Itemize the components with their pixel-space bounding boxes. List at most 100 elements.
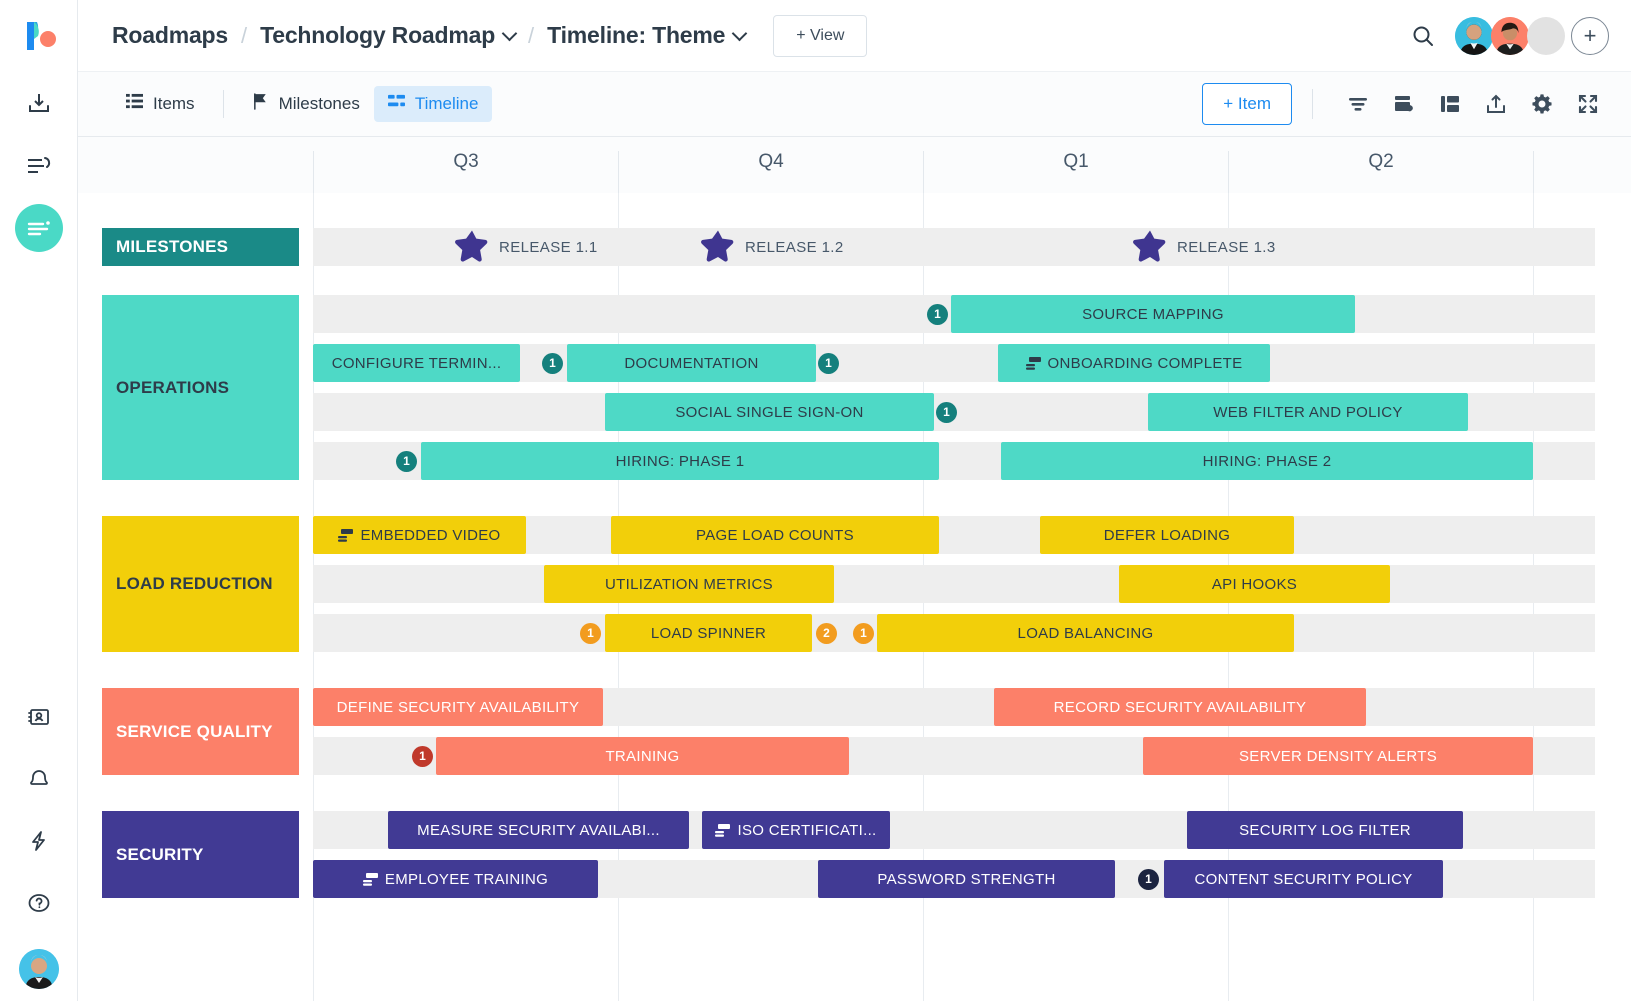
timeline-bar[interactable]: WEB FILTER AND POLICY xyxy=(1148,393,1468,431)
timeline-bar-label: ISO CERTIFICATI... xyxy=(737,822,876,839)
user-avatar[interactable] xyxy=(19,949,59,989)
list-reorder-icon[interactable] xyxy=(15,142,63,190)
timeline-area[interactable]: Q3Q4Q1Q2 MILESTONES RELEASE 1.1 RELEASE 1.… xyxy=(78,137,1631,1001)
avatar-1[interactable] xyxy=(1455,17,1493,55)
avatar-3[interactable] xyxy=(1527,17,1565,55)
avatar-2[interactable] xyxy=(1491,17,1529,55)
section-label-operations[interactable]: OPERATIONS xyxy=(102,295,299,480)
timeline-quarter-header: Q3Q4Q1Q2 xyxy=(78,137,1631,193)
section-milestones: MILESTONES RELEASE 1.1 RELEASE 1.2 RELEASE … xyxy=(78,217,1631,276)
breadcrumb-technology-roadmap[interactable]: Technology Roadmap xyxy=(260,22,495,49)
section-label-milestones[interactable]: MILESTONES xyxy=(102,228,299,266)
timeline-bar[interactable]: PASSWORD STRENGTH xyxy=(818,860,1115,898)
section-service-quality: SERVICE QUALITY DEFINE SECURITY AVAILABIL… xyxy=(78,677,1631,786)
timeline-bar[interactable]: DEFER LOADING xyxy=(1040,516,1294,554)
timeline-bar[interactable]: RECORD SECURITY AVAILABILITY xyxy=(994,688,1366,726)
timeline-bar[interactable]: ONBOARDING COMPLETE xyxy=(998,344,1270,382)
milestone-2[interactable]: RELEASE 1.2 xyxy=(701,228,844,266)
filter-icon[interactable] xyxy=(1337,83,1379,125)
row-stripe xyxy=(313,565,1595,603)
rail-bottom-group xyxy=(0,693,78,989)
add-member-button[interactable]: + xyxy=(1571,17,1609,55)
dependency-badge[interactable]: 1 xyxy=(853,623,874,644)
fullscreen-icon[interactable] xyxy=(1567,83,1609,125)
tab-timeline[interactable]: Timeline xyxy=(374,86,493,122)
timeline-bar[interactable]: EMBEDDED VIDEO xyxy=(313,516,526,554)
add-item-button[interactable]: + Item xyxy=(1202,83,1292,125)
timeline-bar-label: EMPLOYEE TRAINING xyxy=(385,871,548,888)
section-operations: OPERATIONSSOURCE MAPPING1CONFIGURE TERMI… xyxy=(78,284,1631,491)
milestone-label: RELEASE 1.1 xyxy=(499,239,598,256)
tab-items-label: Items xyxy=(153,94,195,114)
dependency-badge[interactable]: 1 xyxy=(412,746,433,767)
import-icon[interactable] xyxy=(15,80,63,128)
timeline-bar-label: DEFER LOADING xyxy=(1104,527,1230,544)
timeline-bar[interactable]: SOURCE MAPPING xyxy=(951,295,1355,333)
timeline-bar[interactable]: SECURITY LOG FILTER xyxy=(1187,811,1463,849)
toolbar-divider xyxy=(1312,89,1313,119)
help-icon[interactable] xyxy=(15,879,63,927)
dependency-badge[interactable]: 1 xyxy=(1138,869,1159,890)
milestone-3[interactable]: RELEASE 1.3 xyxy=(1133,228,1276,266)
timeline-bar-label: CONFIGURE TERMIN... xyxy=(332,355,502,372)
section-label-security[interactable]: SECURITY xyxy=(102,811,299,898)
timeline-bar[interactable]: EMPLOYEE TRAINING xyxy=(313,860,598,898)
timeline-bar[interactable]: CONTENT SECURITY POLICY xyxy=(1164,860,1443,898)
dependency-badge[interactable]: 2 xyxy=(816,623,837,644)
timeline-bar-label: LOAD SPINNER xyxy=(651,625,766,642)
bell-icon[interactable] xyxy=(15,755,63,803)
tab-milestones[interactable]: Milestones xyxy=(238,86,374,122)
dependency-badge[interactable]: 1 xyxy=(396,451,417,472)
timeline-bar[interactable]: CONFIGURE TERMIN... xyxy=(313,344,520,382)
breadcrumb-timeline-theme[interactable]: Timeline: Theme xyxy=(547,22,725,49)
timeline-bar[interactable]: PAGE LOAD COUNTS xyxy=(611,516,939,554)
chevron-down-icon-view[interactable] xyxy=(734,28,745,39)
timeline-bar-label: TRAINING xyxy=(605,748,679,765)
timeline-bar[interactable]: HIRING: PHASE 1 xyxy=(421,442,939,480)
timeline-bar[interactable]: LOAD SPINNER xyxy=(605,614,812,652)
timeline-bar[interactable]: TRAINING xyxy=(436,737,849,775)
link-card-icon[interactable] xyxy=(1383,83,1425,125)
timeline-bar-label: EMBEDDED VIDEO xyxy=(360,527,500,544)
quarter-header-q4: Q4 xyxy=(618,151,923,193)
panel-layout-icon[interactable] xyxy=(1429,83,1471,125)
list-icon xyxy=(126,93,143,115)
timeline-bar[interactable]: UTILIZATION METRICS xyxy=(544,565,834,603)
dependency-badge[interactable]: 1 xyxy=(936,402,957,423)
timeline-bar[interactable]: API HOOKS xyxy=(1119,565,1390,603)
chevron-down-icon-roadmap[interactable] xyxy=(504,28,515,39)
linked-item-icon xyxy=(338,529,353,542)
bolt-icon[interactable] xyxy=(15,817,63,865)
timeline-icon xyxy=(388,93,405,115)
timeline-bar[interactable]: ISO CERTIFICATI... xyxy=(702,811,890,849)
section-label-service-quality[interactable]: SERVICE QUALITY xyxy=(102,688,299,775)
timeline-bar[interactable]: SERVER DENSITY ALERTS xyxy=(1143,737,1533,775)
add-view-button[interactable]: + View xyxy=(773,15,867,57)
timeline-bar[interactable]: DOCUMENTATION xyxy=(567,344,816,382)
section-label-load-reduction[interactable]: LOAD REDUCTION xyxy=(102,516,299,652)
roadmunk-logo[interactable] xyxy=(17,14,61,58)
tab-items[interactable]: Items xyxy=(112,86,209,122)
timeline-bar[interactable]: DEFINE SECURITY AVAILABILITY xyxy=(313,688,603,726)
search-icon[interactable] xyxy=(1405,18,1441,54)
dependency-badge[interactable]: 1 xyxy=(580,623,601,644)
contacts-icon[interactable] xyxy=(15,693,63,741)
milestone-label: RELEASE 1.3 xyxy=(1177,239,1276,256)
gear-icon[interactable] xyxy=(1521,83,1563,125)
timeline-bar-label: ONBOARDING COMPLETE xyxy=(1048,355,1243,372)
dependency-badge[interactable]: 1 xyxy=(542,353,563,374)
upload-icon[interactable] xyxy=(1475,83,1517,125)
dependency-badge[interactable]: 1 xyxy=(927,304,948,325)
timeline-bar[interactable]: SOCIAL SINGLE SIGN-ON xyxy=(605,393,934,431)
timeline-bar[interactable]: HIRING: PHASE 2 xyxy=(1001,442,1533,480)
roadmap-view-icon[interactable] xyxy=(15,204,63,252)
main-column: Roadmaps / Technology Roadmap / Timeline… xyxy=(78,0,1631,1001)
flag-icon xyxy=(252,93,269,115)
timeline-bar[interactable]: LOAD BALANCING xyxy=(877,614,1294,652)
dependency-badge[interactable]: 1 xyxy=(818,353,839,374)
timeline-bar-label: LOAD BALANCING xyxy=(1018,625,1154,642)
timeline-bar-label: HIRING: PHASE 1 xyxy=(616,453,745,470)
milestone-1[interactable]: RELEASE 1.1 xyxy=(455,228,598,266)
breadcrumb-roadmaps[interactable]: Roadmaps xyxy=(112,22,228,49)
timeline-bar[interactable]: MEASURE SECURITY AVAILABI... xyxy=(388,811,689,849)
